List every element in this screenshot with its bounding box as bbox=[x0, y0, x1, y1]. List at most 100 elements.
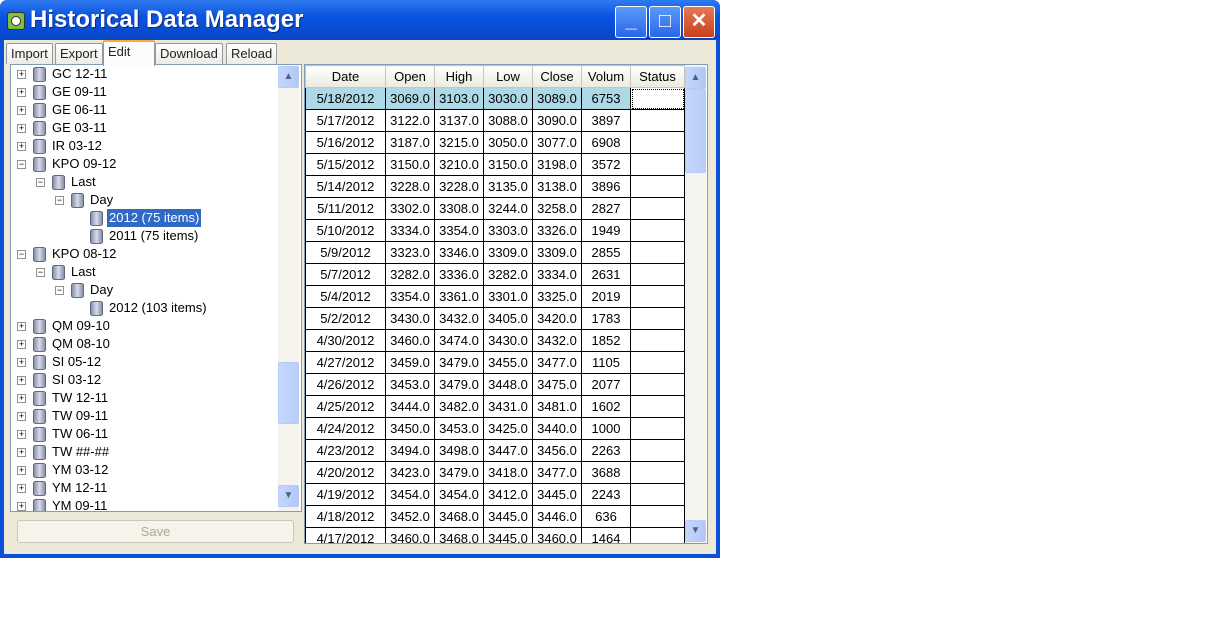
expand-icon[interactable]: + bbox=[17, 358, 26, 367]
tree-node[interactable]: + YM 09-11 bbox=[11, 497, 276, 511]
tree-node[interactable]: + SI 05-12 bbox=[11, 353, 276, 371]
cell-volum[interactable]: 636 bbox=[581, 505, 631, 528]
cell-date[interactable]: 4/24/2012 bbox=[305, 417, 386, 440]
cell-open[interactable]: 3444.0 bbox=[385, 395, 435, 418]
cell-volum[interactable]: 3897 bbox=[581, 109, 631, 132]
cell-low[interactable]: 3412.0 bbox=[483, 483, 533, 506]
expand-icon[interactable]: + bbox=[17, 484, 26, 493]
tree-node[interactable]: + GE 09-11 bbox=[11, 83, 276, 101]
cell-status[interactable] bbox=[630, 417, 685, 440]
cell-open[interactable]: 3460.0 bbox=[385, 527, 435, 543]
column-header-high[interactable]: High bbox=[434, 65, 484, 88]
expand-icon[interactable]: + bbox=[17, 466, 26, 475]
cell-status[interactable] bbox=[630, 505, 685, 528]
table-row[interactable]: 5/14/2012 3228.0 3228.0 3135.0 3138.0 3896 bbox=[305, 175, 685, 198]
cell-low[interactable]: 3088.0 bbox=[483, 109, 533, 132]
cell-volum[interactable]: 2631 bbox=[581, 263, 631, 286]
cell-low[interactable]: 3430.0 bbox=[483, 329, 533, 352]
table-row[interactable]: 4/27/2012 3459.0 3479.0 3455.0 3477.0 1105 bbox=[305, 351, 685, 374]
cell-close[interactable]: 3309.0 bbox=[532, 241, 582, 264]
cell-status[interactable] bbox=[630, 285, 685, 308]
tree-node-label[interactable]: 2012 (103 items) bbox=[107, 299, 209, 317]
cell-date[interactable]: 4/20/2012 bbox=[305, 461, 386, 484]
scroll-up-button[interactable]: ▲ bbox=[685, 67, 706, 89]
cell-low[interactable]: 3030.0 bbox=[483, 87, 533, 110]
cell-status[interactable] bbox=[630, 109, 685, 132]
cell-date[interactable]: 4/23/2012 bbox=[305, 439, 386, 462]
tree-node-label[interactable]: QM 09-10 bbox=[50, 317, 112, 335]
cell-status[interactable] bbox=[630, 461, 685, 484]
tree-node-label[interactable]: KPO 08-12 bbox=[50, 245, 118, 263]
expand-icon[interactable]: + bbox=[17, 88, 26, 97]
cell-open[interactable]: 3452.0 bbox=[385, 505, 435, 528]
cell-low[interactable]: 3445.0 bbox=[483, 505, 533, 528]
scroll-down-button[interactable]: ▼ bbox=[278, 485, 299, 507]
scroll-up-button[interactable]: ▲ bbox=[278, 66, 299, 88]
expand-icon[interactable]: + bbox=[17, 322, 26, 331]
tree-node-label[interactable]: KPO 09-12 bbox=[50, 155, 118, 173]
collapse-icon[interactable]: − bbox=[17, 250, 26, 259]
cell-close[interactable]: 3090.0 bbox=[532, 109, 582, 132]
expand-icon[interactable]: + bbox=[17, 142, 26, 151]
tree-node-label[interactable]: TW ##-## bbox=[50, 443, 111, 461]
save-button[interactable]: Save bbox=[17, 520, 294, 543]
cell-close[interactable]: 3326.0 bbox=[532, 219, 582, 242]
cell-status[interactable] bbox=[630, 263, 685, 286]
table-row[interactable]: 5/2/2012 3430.0 3432.0 3405.0 3420.0 1783 bbox=[305, 307, 685, 330]
cell-high[interactable]: 3432.0 bbox=[434, 307, 484, 330]
cell-high[interactable]: 3479.0 bbox=[434, 351, 484, 374]
cell-status[interactable] bbox=[630, 241, 685, 264]
table-row[interactable]: 4/18/2012 3452.0 3468.0 3445.0 3446.0 636 bbox=[305, 505, 685, 528]
cell-close[interactable]: 3481.0 bbox=[532, 395, 582, 418]
collapse-icon[interactable]: − bbox=[55, 196, 64, 205]
tree-scrollbar[interactable]: ▲ ▼ bbox=[278, 65, 299, 511]
cell-close[interactable]: 3477.0 bbox=[532, 461, 582, 484]
cell-open[interactable]: 3494.0 bbox=[385, 439, 435, 462]
cell-close[interactable]: 3475.0 bbox=[532, 373, 582, 396]
cell-open[interactable]: 3187.0 bbox=[385, 131, 435, 154]
cell-date[interactable]: 4/26/2012 bbox=[305, 373, 386, 396]
tree-node-label[interactable]: GE 09-11 bbox=[50, 83, 109, 101]
cell-low[interactable]: 3301.0 bbox=[483, 285, 533, 308]
maximize-button[interactable]: □ bbox=[649, 6, 681, 38]
cell-status[interactable] bbox=[630, 329, 685, 352]
cell-low[interactable]: 3405.0 bbox=[483, 307, 533, 330]
tree-node[interactable]: − Day bbox=[11, 281, 276, 299]
cell-open[interactable]: 3354.0 bbox=[385, 285, 435, 308]
cell-high[interactable]: 3336.0 bbox=[434, 263, 484, 286]
tab-download[interactable]: Download bbox=[155, 43, 223, 64]
cell-high[interactable]: 3215.0 bbox=[434, 131, 484, 154]
cell-high[interactable]: 3482.0 bbox=[434, 395, 484, 418]
expand-icon[interactable]: + bbox=[17, 124, 26, 133]
table-row[interactable]: 4/26/2012 3453.0 3479.0 3448.0 3475.0 2077 bbox=[305, 373, 685, 396]
cell-open[interactable]: 3323.0 bbox=[385, 241, 435, 264]
tree-node[interactable]: + GC 12-11 bbox=[11, 65, 276, 83]
cell-close[interactable]: 3198.0 bbox=[532, 153, 582, 176]
table-row[interactable]: 4/19/2012 3454.0 3454.0 3412.0 3445.0 2243 bbox=[305, 483, 685, 506]
table-row[interactable]: 5/4/2012 3354.0 3361.0 3301.0 3325.0 2019 bbox=[305, 285, 685, 308]
expand-icon[interactable]: + bbox=[17, 502, 26, 511]
cell-high[interactable]: 3361.0 bbox=[434, 285, 484, 308]
tree-node-label[interactable]: GE 03-11 bbox=[50, 119, 109, 137]
symbol-tree[interactable]: + GC 12-11 + GE 09-11 + GE 06-11 + GE 03-11 + IR … bbox=[10, 64, 302, 512]
cell-open[interactable]: 3069.0 bbox=[385, 87, 435, 110]
cell-high[interactable]: 3479.0 bbox=[434, 461, 484, 484]
cell-date[interactable]: 5/15/2012 bbox=[305, 153, 386, 176]
tree-node[interactable]: − KPO 08-12 bbox=[11, 245, 276, 263]
tab-reload[interactable]: Reload bbox=[226, 43, 278, 64]
tab-edit[interactable]: Edit bbox=[103, 40, 155, 66]
tree-node-label[interactable]: YM 12-11 bbox=[50, 479, 109, 497]
tree-node[interactable]: + TW 06-11 bbox=[11, 425, 276, 443]
table-row[interactable]: 4/23/2012 3494.0 3498.0 3447.0 3456.0 2263 bbox=[305, 439, 685, 462]
cell-low[interactable]: 3455.0 bbox=[483, 351, 533, 374]
cell-volum[interactable]: 1949 bbox=[581, 219, 631, 242]
tree-node[interactable]: + GE 06-11 bbox=[11, 101, 276, 119]
cell-low[interactable]: 3303.0 bbox=[483, 219, 533, 242]
tree-node-label[interactable]: SI 05-12 bbox=[50, 353, 103, 371]
tree-node-label[interactable]: YM 03-12 bbox=[50, 461, 110, 479]
collapse-icon[interactable]: − bbox=[17, 160, 26, 169]
tree-node-label[interactable]: QM 08-10 bbox=[50, 335, 112, 353]
table-row[interactable]: 5/9/2012 3323.0 3346.0 3309.0 3309.0 2855 bbox=[305, 241, 685, 264]
cell-close[interactable]: 3138.0 bbox=[532, 175, 582, 198]
expand-icon[interactable]: + bbox=[17, 106, 26, 115]
